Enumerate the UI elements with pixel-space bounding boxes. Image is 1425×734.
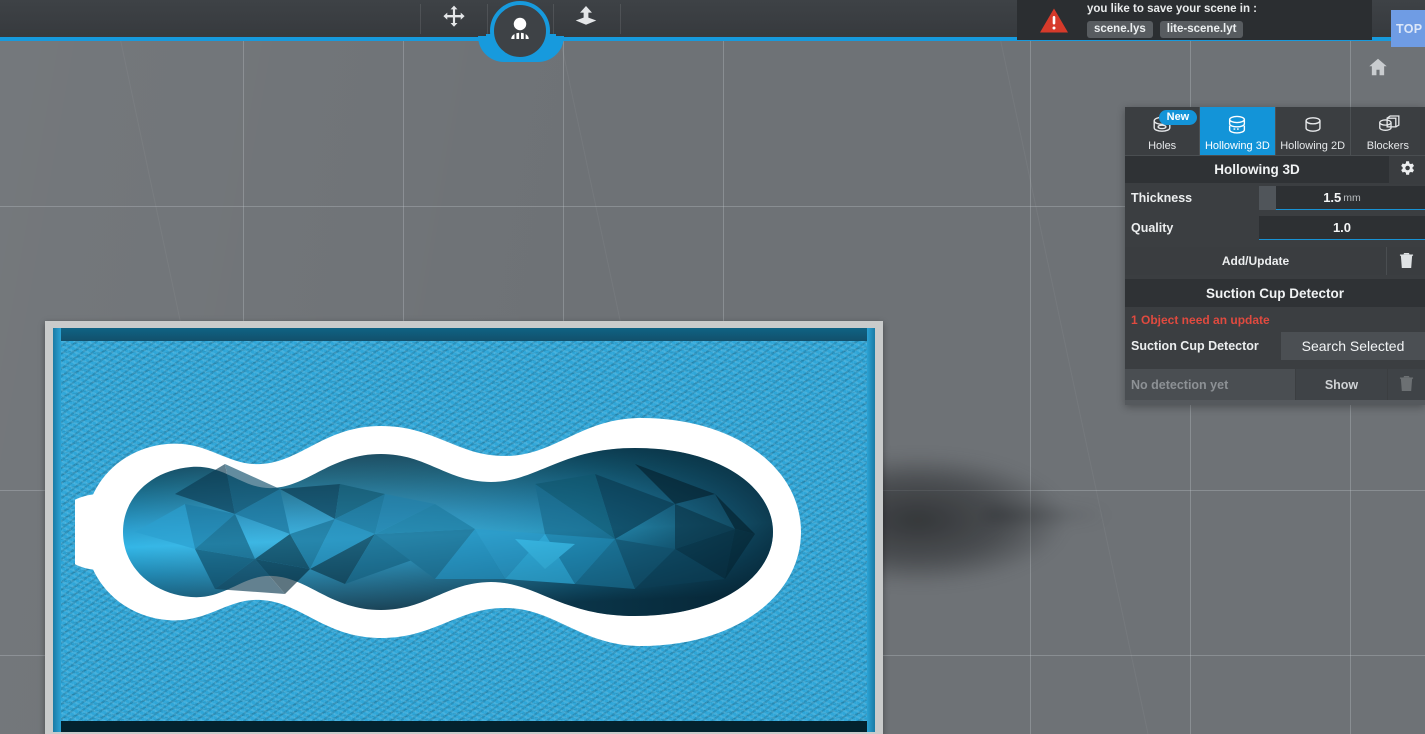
add-update-button[interactable]: Add/Update	[1125, 247, 1387, 275]
grid-line-vertical	[1030, 40, 1031, 734]
tab-holes[interactable]: New Holes	[1125, 107, 1201, 155]
tab-blockers-label: Blockers	[1366, 140, 1409, 152]
tab-holes-label: Holes	[1148, 140, 1177, 152]
detector-row-label: Suction Cup Detector	[1131, 339, 1259, 353]
tool-tabs: New Holes Hollowing 3D Hollowing 2D Bloc…	[1125, 107, 1425, 155]
hollowing-3d-cylinder-icon	[1224, 113, 1250, 139]
quality-value: 1.0	[1332, 220, 1352, 235]
gear-icon	[1398, 159, 1416, 180]
supports-tool-button[interactable]	[490, 1, 550, 61]
trash-icon	[1399, 251, 1414, 272]
model-drop-shadow	[855, 455, 1065, 585]
model-bottom-edge	[53, 721, 875, 732]
settings-gear-button[interactable]	[1389, 155, 1425, 184]
thickness-slider-input[interactable]: 1.5 mm	[1259, 186, 1425, 210]
home-icon	[1367, 58, 1389, 82]
tab-hollowing-3d[interactable]: Hollowing 3D	[1200, 107, 1276, 155]
thickness-unit: mm	[1343, 191, 1361, 204]
thickness-label: Thickness	[1131, 191, 1193, 205]
model-top-edge	[53, 328, 875, 341]
view-orientation-badge[interactable]: TOP	[1391, 10, 1425, 47]
export-tool-button[interactable]	[553, 0, 619, 38]
slider-handle[interactable]	[1259, 186, 1276, 210]
move-arrows-icon	[441, 4, 467, 35]
model-left-edge	[53, 328, 61, 732]
section-header-hollowing-3d: Hollowing 3D	[1125, 155, 1425, 184]
section-title: Hollowing 3D	[1214, 162, 1300, 177]
cavity-left-nub	[75, 494, 97, 570]
model-plate[interactable]	[45, 321, 883, 734]
param-row-quality: Quality 1.0	[1125, 213, 1425, 243]
detector-result-row: No detection yet Show	[1125, 368, 1425, 400]
blockers-cube-icon	[1375, 113, 1401, 139]
hollowed-cavity	[75, 344, 861, 719]
search-selected-button[interactable]: Search Selected	[1281, 332, 1425, 360]
save-scene-notice: you like to save your scene in : scene.l…	[1017, 0, 1372, 40]
detector-warning: 1 Object need an update	[1131, 313, 1270, 327]
export-up-arrow-icon	[573, 4, 599, 35]
detector-search-row: Suction Cup Detector Search Selected	[1125, 330, 1425, 368]
application-window: you like to save your scene in : scene.l…	[0, 0, 1425, 734]
tab-hollowing-3d-label: Hollowing 3D	[1204, 140, 1270, 152]
save-option-lyt[interactable]: lite-scene.lyt	[1159, 21, 1244, 39]
toolbar-separator	[487, 4, 488, 34]
param-row-thickness: Thickness 1.5 mm	[1125, 183, 1425, 213]
quality-label: Quality	[1131, 221, 1174, 235]
home-view-button[interactable]	[1367, 56, 1391, 80]
suction-cup-detector-section: Suction Cup Detector 1 Object need an up…	[1125, 279, 1425, 400]
thickness-value: 1.5	[1323, 190, 1342, 205]
save-notice-message: you like to save your scene in :	[1087, 2, 1258, 15]
top-toolbar: you like to save your scene in : scene.l…	[0, 0, 1425, 62]
detection-status-text: No detection yet	[1131, 377, 1229, 392]
hollowing-2d-cylinder-icon	[1300, 113, 1326, 139]
panel-footer	[1125, 400, 1425, 405]
toolbar-separator	[620, 4, 621, 34]
hollowing-action-bar: Add/Update	[1125, 247, 1425, 275]
show-detection-button[interactable]: Show	[1295, 369, 1387, 400]
model-body	[53, 328, 875, 732]
new-badge: New	[1158, 110, 1198, 125]
save-option-lys[interactable]: scene.lys	[1087, 21, 1153, 39]
quality-slider-input[interactable]: 1.0	[1259, 216, 1425, 240]
model-right-edge	[867, 328, 875, 732]
detector-title: Suction Cup Detector	[1125, 279, 1425, 307]
trash-icon	[1399, 374, 1414, 395]
support-object-icon	[505, 14, 535, 49]
move-tool-button[interactable]	[421, 0, 487, 38]
tab-blockers[interactable]: Blockers	[1351, 107, 1425, 155]
warning-triangle-icon	[1039, 7, 1069, 34]
tab-hollowing-2d[interactable]: Hollowing 2D	[1276, 107, 1351, 155]
tool-settings-panel: New Holes Hollowing 3D Hollowing 2D Bloc…	[1125, 107, 1425, 405]
delete-hollowing-button[interactable]	[1387, 247, 1425, 275]
delete-detection-button[interactable]	[1387, 369, 1425, 400]
tab-hollowing-2d-label: Hollowing 2D	[1280, 140, 1346, 152]
